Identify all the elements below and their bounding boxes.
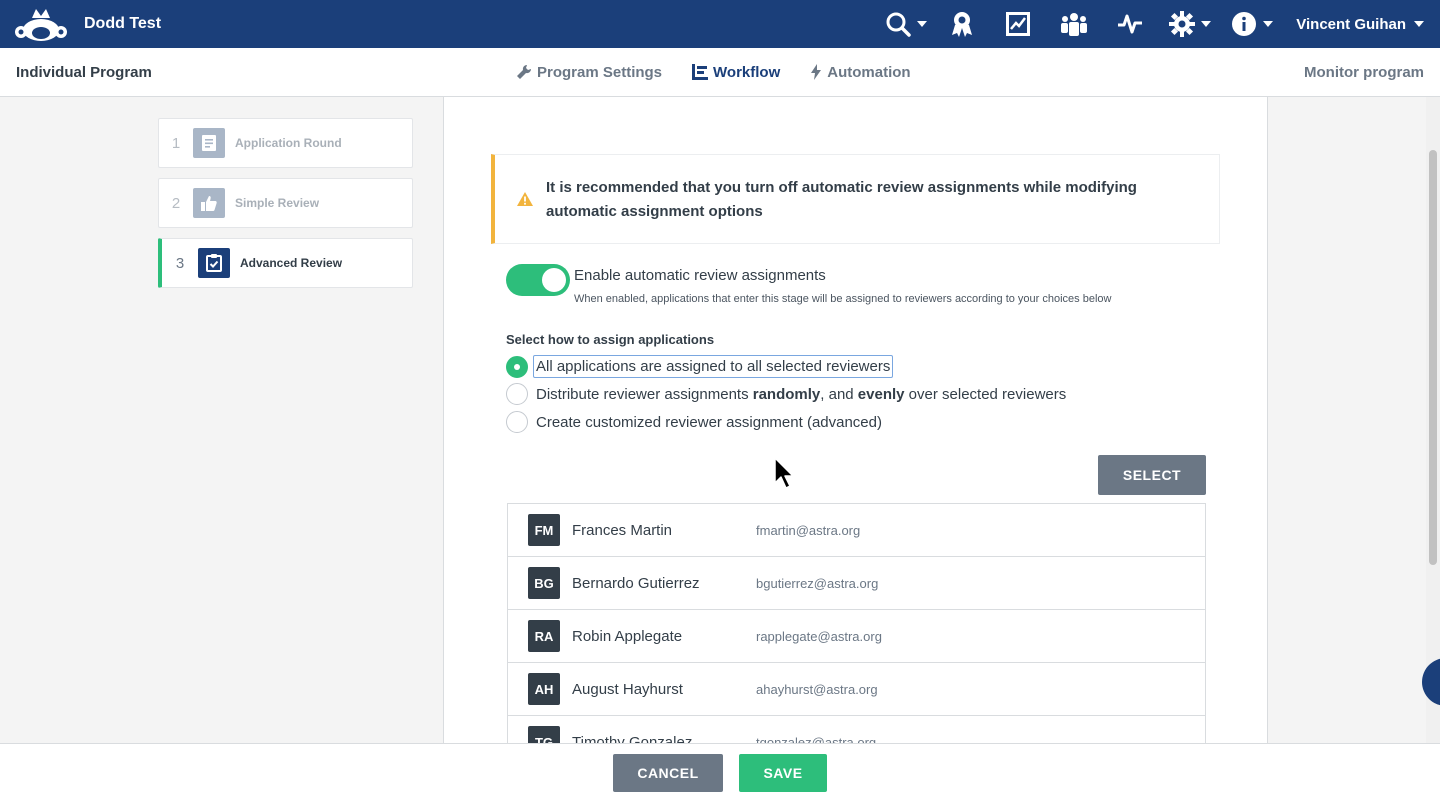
cancel-button[interactable]: CANCEL [613,754,723,792]
reviewer-name: Frances Martin [572,521,673,539]
reviewer-email: fmartin@astra.org [756,522,861,538]
monitor-program-link[interactable]: Monitor program [1304,64,1424,81]
clipboard-check-icon [198,248,230,278]
reviewer-email: rapplegate@astra.org [756,628,882,644]
stage-advanced-review[interactable]: 3 Advanced Review [158,238,413,288]
radio-label: Distribute reviewer assignments randomly… [536,385,1067,403]
document-icon [193,128,225,158]
stage-simple-review[interactable]: 2 Simple Review [158,178,413,228]
chevron-down-icon [1201,21,1212,27]
avatar: RA [528,620,560,652]
avatar: BG [528,567,560,599]
stage-number: 3 [175,254,185,272]
radio-label: Create customized reviewer assignment (a… [536,413,882,431]
program-tabs: Program Settings Workflow Automation [516,48,941,96]
reviewer-list: FM Frances Martin fmartin@astra.org BG B… [507,503,1206,747]
mouse-cursor-icon [774,457,794,489]
awards-button[interactable] [934,0,990,48]
tab-label: Automation [827,63,911,81]
stage-number: 2 [171,194,181,212]
radio-label: All applications are assigned to all sel… [533,355,894,378]
stage-label: Application Round [235,136,342,150]
reviewer-email: bgutierrez@astra.org [756,575,879,591]
activity-icon [1118,14,1143,34]
assign-option-all[interactable]: All applications are assigned to all sel… [506,355,894,378]
stage-label: Advanced Review [240,256,343,270]
reviewer-row[interactable]: RA Robin Applegate rapplegate@astra.org [508,610,1205,663]
program-title: Individual Program [16,64,152,81]
stage-number: 1 [171,134,181,152]
help-menu[interactable] [1222,0,1282,48]
award-icon [952,12,973,37]
reviewer-row[interactable]: FM Frances Martin fmartin@astra.org [508,504,1205,557]
user-menu[interactable]: Vincent Guihan [1282,0,1440,48]
stage-label: Simple Review [235,196,320,210]
warning-alert: It is recommended that you turn off auto… [491,154,1220,244]
chevron-down-icon [917,21,928,27]
save-button[interactable]: SAVE [739,754,827,792]
reviewer-row[interactable]: BG Bernardo Gutierrez bgutierrez@astra.o… [508,557,1205,610]
stage-settings-panel: It is recommended that you turn off auto… [443,97,1268,747]
program-subnav: Individual Program Program Settings Work… [0,48,1440,97]
reviewer-name: Robin Applegate [572,627,683,645]
radio-button[interactable] [506,383,528,405]
radio-button[interactable] [506,355,528,378]
tab-program-settings[interactable]: Program Settings [516,64,662,81]
tab-label: Program Settings [537,63,663,81]
reviewer-name: August Hayhurst [572,680,683,698]
auto-assign-help-text: When enabled, applications that enter th… [574,293,1112,305]
tab-label: Workflow [713,63,781,81]
app-title[interactable]: Dodd Test [84,15,161,33]
chevron-down-icon [1414,21,1424,27]
radio-button[interactable] [506,411,528,433]
feedback-floating-button[interactable] [1422,658,1440,706]
assign-option-custom[interactable]: Create customized reviewer assignment (a… [506,411,882,433]
wrench-icon [517,64,532,79]
users-icon [1061,13,1088,36]
assign-method-title: Select how to assign applications [506,332,715,347]
search-menu[interactable] [878,0,934,48]
search-icon [886,12,911,37]
reports-button[interactable] [990,0,1046,48]
tab-workflow[interactable]: Workflow [692,64,780,81]
chart-icon [1006,12,1031,36]
workflow-icon [692,64,709,80]
tab-automation[interactable]: Automation [810,63,911,81]
settings-menu[interactable] [1158,0,1222,48]
info-icon [1232,12,1257,36]
reviewer-email: ahayhurst@astra.org [756,681,878,697]
thumbs-up-icon [193,188,225,218]
gear-icon [1169,11,1196,37]
avatar: AH [528,673,560,705]
page-scrollbar-thumb[interactable] [1429,150,1437,565]
reviewer-name: Bernardo Gutierrez [572,574,700,592]
user-name: Vincent Guihan [1296,15,1406,33]
auto-assign-toggle[interactable] [506,264,570,296]
warning-alert-text: It is recommended that you turn off auto… [546,179,1137,220]
toggle-knob [542,268,566,292]
users-button[interactable] [1046,0,1102,48]
bolt-icon [811,64,822,80]
assign-option-distribute[interactable]: Distribute reviewer assignments randomly… [506,383,1066,405]
activity-button[interactable] [1102,0,1158,48]
reviewer-row[interactable]: AH August Hayhurst ahayhurst@astra.org [508,663,1205,716]
select-reviewers-button[interactable]: SELECT [1098,455,1206,495]
warning-icon [517,192,533,206]
stage-application-round[interactable]: 1 Application Round [158,118,413,168]
chevron-down-icon [1263,21,1274,27]
top-navigation-bar: Dodd Test Vincent Guihan [0,0,1440,48]
avatar: FM [528,514,560,546]
surveymonkey-logo-icon[interactable] [14,6,68,44]
auto-assign-label: Enable automatic review assignments [574,267,826,284]
action-footer: CANCEL SAVE [0,743,1440,800]
